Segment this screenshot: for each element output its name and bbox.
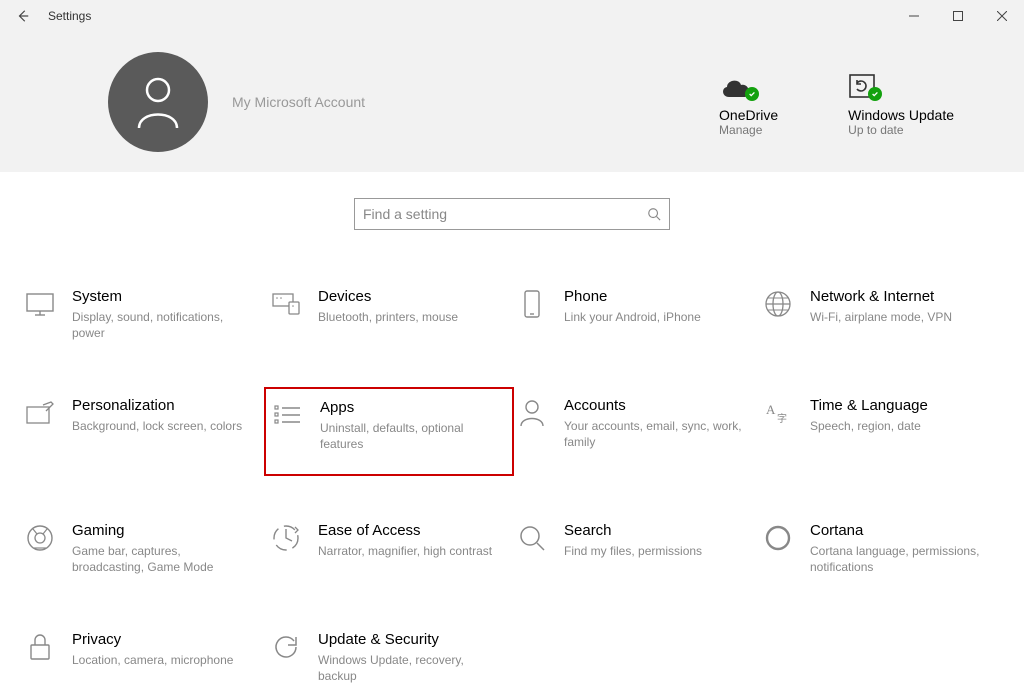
onedrive-sub: Manage xyxy=(719,123,762,137)
accounts-icon xyxy=(516,397,548,429)
category-sub: Bluetooth, printers, mouse xyxy=(318,309,496,325)
category-sub: Wi-Fi, airplane mode, VPN xyxy=(810,309,988,325)
personalization-icon xyxy=(24,397,56,429)
windows-update-status[interactable]: Windows Update Up to date xyxy=(848,67,954,137)
onedrive-title: OneDrive xyxy=(719,107,778,123)
category-title: Personalization xyxy=(72,397,250,416)
privacy-icon xyxy=(24,631,56,663)
category-privacy[interactable]: Privacy Location, camera, microphone xyxy=(20,623,266,692)
category-title: Search xyxy=(564,522,742,541)
system-icon xyxy=(24,288,56,320)
gaming-icon xyxy=(24,522,56,554)
category-title: Privacy xyxy=(72,631,250,650)
update-icon xyxy=(270,631,302,663)
category-update[interactable]: Update & Security Windows Update, recover… xyxy=(266,623,512,692)
category-sub: Find my files, permissions xyxy=(564,543,742,559)
check-icon xyxy=(745,87,759,101)
category-title: Devices xyxy=(318,288,496,307)
ease-of-access-icon xyxy=(270,522,302,554)
category-search[interactable]: Search Find my files, permissions xyxy=(512,514,758,583)
category-sub: Your accounts, email, sync, work, family xyxy=(564,418,742,450)
minimize-button[interactable] xyxy=(892,0,936,32)
windows-update-sub: Up to date xyxy=(848,123,903,137)
category-cortana[interactable]: Cortana Cortana language, permissions, no… xyxy=(758,514,1004,583)
category-time[interactable]: A字 Time & Language Speech, region, date xyxy=(758,389,1004,474)
apps-icon xyxy=(272,399,304,431)
search-icon xyxy=(647,207,661,221)
category-sub: Background, lock screen, colors xyxy=(72,418,250,434)
windows-update-title: Windows Update xyxy=(848,107,954,123)
category-sub: Game bar, captures, broadcasting, Game M… xyxy=(72,543,250,575)
search-icon xyxy=(516,522,548,554)
svg-text:A: A xyxy=(766,402,776,417)
category-sub: Link your Android, iPhone xyxy=(564,309,742,325)
close-button[interactable] xyxy=(980,0,1024,32)
window-title: Settings xyxy=(48,9,91,23)
category-title: System xyxy=(72,288,250,307)
category-ease-of-access[interactable]: Ease of Access Narrator, magnifier, high … xyxy=(266,514,512,583)
category-sub: Narrator, magnifier, high contrast xyxy=(318,543,496,559)
avatar xyxy=(108,52,208,152)
search-input[interactable] xyxy=(363,206,647,222)
time-icon: A字 xyxy=(762,397,794,429)
category-sub: Windows Update, recovery, backup xyxy=(318,652,496,684)
search-section xyxy=(0,172,1024,238)
category-sub: Uninstall, defaults, optional features xyxy=(320,420,494,452)
categories-grid: System Display, sound, notifications, pow… xyxy=(0,238,1024,693)
titlebar: Settings xyxy=(0,0,1024,32)
category-system[interactable]: System Display, sound, notifications, pow… xyxy=(20,280,266,349)
category-sub: Speech, region, date xyxy=(810,418,988,434)
back-button[interactable] xyxy=(16,9,30,23)
category-personalization[interactable]: Personalization Background, lock screen, … xyxy=(20,389,266,474)
category-gaming[interactable]: Gaming Game bar, captures, broadcasting, … xyxy=(20,514,266,583)
account-header: My Microsoft Account OneDrive Manage Win… xyxy=(0,32,1024,172)
devices-icon xyxy=(270,288,302,320)
category-title: Gaming xyxy=(72,522,250,541)
category-devices[interactable]: Devices Bluetooth, printers, mouse xyxy=(266,280,512,349)
category-title: Time & Language xyxy=(810,397,988,416)
maximize-button[interactable] xyxy=(936,0,980,32)
category-network[interactable]: Network & Internet Wi-Fi, airplane mode, … xyxy=(758,280,1004,349)
onedrive-status[interactable]: OneDrive Manage xyxy=(719,67,778,137)
check-icon xyxy=(868,87,882,101)
category-title: Phone xyxy=(564,288,742,307)
category-title: Apps xyxy=(320,399,494,418)
cortana-icon xyxy=(762,522,794,554)
window-controls xyxy=(892,0,1024,32)
category-title: Accounts xyxy=(564,397,742,416)
category-sub: Display, sound, notifications, power xyxy=(72,309,250,341)
category-phone[interactable]: Phone Link your Android, iPhone xyxy=(512,280,758,349)
category-title: Update & Security xyxy=(318,631,496,650)
category-accounts[interactable]: Accounts Your accounts, email, sync, work… xyxy=(512,389,758,474)
svg-text:字: 字 xyxy=(777,412,787,425)
windows-update-icon xyxy=(848,67,876,99)
account-name: My Microsoft Account xyxy=(232,94,365,110)
category-apps[interactable]: Apps Uninstall, defaults, optional featur… xyxy=(264,387,514,476)
category-title: Cortana xyxy=(810,522,988,541)
search-box[interactable] xyxy=(354,198,670,230)
category-title: Network & Internet xyxy=(810,288,988,307)
category-sub: Location, camera, microphone xyxy=(72,652,250,668)
onedrive-icon xyxy=(719,67,753,99)
category-sub: Cortana language, permissions, notificat… xyxy=(810,543,988,575)
account-block[interactable]: My Microsoft Account xyxy=(108,52,365,152)
category-title: Ease of Access xyxy=(318,522,496,541)
phone-icon xyxy=(516,288,548,320)
network-icon xyxy=(762,288,794,320)
